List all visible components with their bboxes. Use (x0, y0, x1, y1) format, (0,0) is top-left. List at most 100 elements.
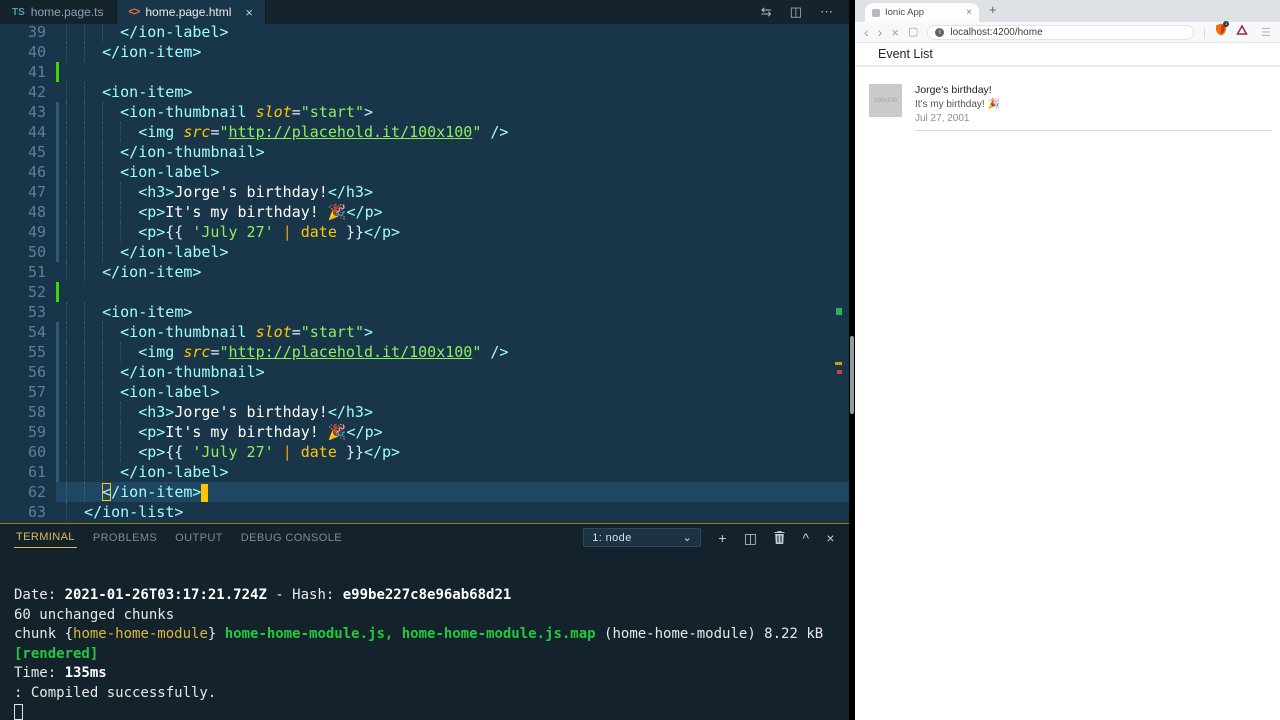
code-editor[interactable]: 39 </ion-label> 40 </ion-item> 41 42 <ion-item… (0, 24, 849, 523)
editor-scrollbar[interactable] (850, 336, 854, 414)
editor-tab-bar: TS home.page.ts <> home.page.html × ⇆ ◫ … (0, 0, 849, 24)
gutter: 41 (0, 62, 66, 82)
code-line-48[interactable]: 48 <p>It's my birthday! 🎉</p> (0, 202, 849, 222)
code-line-58[interactable]: 58 <h3>Jorge's birthday!</h3> (0, 402, 849, 422)
more-actions-icon[interactable]: ⋯ (820, 4, 833, 20)
terminal-shell-select[interactable]: 1: node ⌄ (583, 528, 702, 547)
tab-home-page-html[interactable]: <> home.page.html × (116, 0, 267, 24)
code-line-63[interactable]: 63 </ion-list> (0, 502, 849, 522)
code-line-53[interactable]: 53 <ion-item> (0, 302, 849, 322)
terminal-line: Time: 135ms (14, 665, 107, 681)
code-text: <p>{{ 'July 27' | date }}</p> (66, 442, 849, 462)
back-button[interactable]: ‹ (864, 25, 869, 39)
code-line-47[interactable]: 47 <h3>Jorge's birthday!</h3> (0, 182, 849, 202)
code-text: </ion-thumbnail> (66, 362, 849, 382)
line-number: 47 (27, 183, 46, 201)
browser-menu-icon[interactable]: ☰ (1261, 26, 1271, 39)
code-line-55[interactable]: 55 <img src="http://placehold.it/100x100"… (0, 342, 849, 362)
tab-home-page-ts[interactable]: TS home.page.ts (0, 0, 117, 24)
panel-tab-terminal[interactable]: TERMINAL (14, 527, 77, 548)
typescript-icon: TS (12, 6, 25, 18)
code-line-40[interactable]: 40 </ion-item> (0, 42, 849, 62)
close-panel-icon[interactable]: × (826, 531, 835, 545)
code-text: </ion-list> (66, 502, 849, 522)
code-line-44[interactable]: 44 <img src="http://placehold.it/100x100"… (0, 122, 849, 142)
code-line-61[interactable]: 61 </ion-label> (0, 462, 849, 482)
panel-tab-debug-console[interactable]: DEBUG CONSOLE (239, 528, 344, 548)
code-line-62[interactable]: 62 </ion-item> (0, 482, 849, 502)
code-line-49[interactable]: 49 <p>{{ 'July 27' | date }}</p> (0, 222, 849, 242)
new-terminal-icon[interactable]: + (718, 531, 727, 545)
code-text: <img src="http://placehold.it/100x100" /… (66, 342, 849, 362)
code-line-56[interactable]: 56 </ion-thumbnail> (0, 362, 849, 382)
code-text: </ion-item> (66, 42, 849, 62)
open-changes-icon[interactable]: ⇆ (761, 4, 772, 20)
line-number: 55 (27, 343, 46, 361)
code-line-41[interactable]: 41 (0, 62, 849, 82)
editor-actions: ⇆ ◫ ⋯ (761, 0, 849, 24)
gutter: 54 (0, 322, 66, 342)
git-modified-indicator (56, 142, 59, 162)
code-line-39[interactable]: 39 </ion-label> (0, 24, 849, 42)
git-modified-indicator (56, 242, 59, 262)
code-line-52[interactable]: 52 (0, 282, 849, 302)
gutter: 42 (0, 82, 66, 102)
browser-toolbar: ‹ › × ▢ i localhost:4200/home | 1 ☰ (855, 21, 1280, 43)
gutter: 58 (0, 402, 66, 422)
shield-extension-icon[interactable]: 1 (1215, 21, 1230, 41)
line-number: 43 (27, 103, 46, 121)
code-line-54[interactable]: 54 <ion-thumbnail slot="start"> (0, 322, 849, 342)
line-number: 48 (27, 203, 46, 221)
overview-error-marker (837, 370, 842, 374)
overview-cursor-marker (835, 362, 842, 365)
code-text: </ion-label> (66, 242, 849, 262)
vscode-window: TS home.page.ts <> home.page.html × ⇆ ◫ … (0, 0, 849, 720)
site-info-icon[interactable]: i (935, 27, 945, 37)
code-line-50[interactable]: 50 </ion-label> (0, 242, 849, 262)
event-list-item[interactable]: 100x100 Jorge's birthday! It's my birthd… (855, 67, 1280, 124)
git-added-indicator (56, 62, 59, 82)
line-number: 54 (27, 323, 46, 341)
code-line-46[interactable]: 46 <ion-label> (0, 162, 849, 182)
forward-button[interactable]: › (878, 25, 883, 39)
bookmark-button[interactable]: ▢ (908, 26, 918, 38)
split-editor-icon[interactable]: ◫ (790, 4, 802, 20)
code-line-57[interactable]: 57 <ion-label> (0, 382, 849, 402)
code-line-45[interactable]: 45 </ion-thumbnail> (0, 142, 849, 162)
page-title: Event List (855, 43, 1280, 67)
gutter: 49 (0, 222, 66, 242)
git-modified-indicator (56, 462, 59, 482)
triangle-extension-icon[interactable] (1236, 23, 1248, 41)
terminal-output[interactable]: Date: 2021-01-26T03:17:21.724Z - Hash: e… (0, 551, 849, 720)
line-number: 59 (27, 423, 46, 441)
git-modified-indicator (56, 322, 59, 342)
split-terminal-icon[interactable]: ◫ (744, 531, 758, 545)
editor-lines: 39 </ion-label> 40 </ion-item> 41 42 <ion-item… (0, 24, 849, 522)
browser-tab-title: Ionic App (885, 7, 925, 18)
screen: TS home.page.ts <> home.page.html × ⇆ ◫ … (0, 0, 1280, 720)
code-line-43[interactable]: 43 <ion-thumbnail slot="start"> (0, 102, 849, 122)
close-browser-tab-icon[interactable]: × (966, 7, 972, 18)
code-line-60[interactable]: 60 <p>{{ 'July 27' | date }}</p> (0, 442, 849, 462)
close-tab-icon[interactable]: × (245, 5, 253, 20)
browser-window: Ionic App × + ‹ › × ▢ i localhost:4200/h… (855, 0, 1280, 720)
stop-button[interactable]: × (891, 26, 899, 39)
panel-tab-output[interactable]: OUTPUT (173, 528, 225, 548)
code-text: </ion-label> (66, 24, 849, 42)
git-modified-indicator (56, 362, 59, 382)
code-line-51[interactable]: 51 </ion-item> (0, 262, 849, 282)
code-line-42[interactable]: 42 <ion-item> (0, 82, 849, 102)
panel-tab-problems[interactable]: PROBLEMS (91, 528, 159, 548)
git-added-indicator (56, 282, 59, 302)
gutter: 46 (0, 162, 66, 182)
git-modified-indicator (56, 102, 59, 122)
maximize-panel-icon[interactable]: ^ (802, 531, 809, 545)
code-line-59[interactable]: 59 <p>It's my birthday! 🎉</p> (0, 422, 849, 442)
git-modified-indicator (56, 162, 59, 182)
new-tab-button[interactable]: + (989, 2, 997, 17)
browser-tab-ionic-app[interactable]: Ionic App × (865, 3, 979, 22)
kill-terminal-icon[interactable] (774, 531, 785, 544)
address-bar[interactable]: i localhost:4200/home (927, 24, 1194, 40)
gutter: 57 (0, 382, 66, 402)
